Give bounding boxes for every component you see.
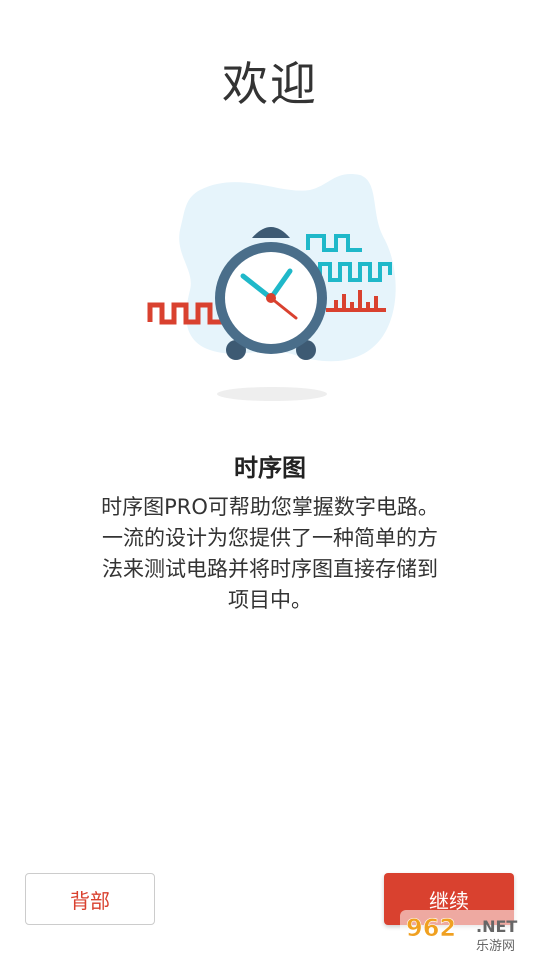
watermark-caption: 乐游网: [476, 939, 515, 954]
feature-heading: 时序图: [234, 454, 306, 482]
welcome-screen: 欢迎 时序图 时序图PRO可帮助您掌握数字电路。 一流的设计为您提供了一种简单的…: [0, 0, 540, 960]
back-button-label: 背部: [70, 888, 110, 913]
alarm-clock-icon: [147, 173, 396, 401]
description-line: 时序图PRO可帮助您掌握数字电路。: [101, 495, 439, 519]
site-watermark-logo: 962 .NET 乐游网: [398, 906, 536, 956]
description-line: 项目中。: [228, 588, 312, 612]
description-line: 一流的设计为您提供了一种简单的方: [102, 526, 438, 550]
back-button[interactable]: 背部: [25, 873, 155, 925]
watermark-suffix: .NET: [476, 917, 517, 936]
watermark-number: 962: [406, 914, 456, 942]
page-title: 欢迎: [222, 57, 318, 111]
feature-description: 时序图PRO可帮助您掌握数字电路。 一流的设计为您提供了一种简单的方 法来测试电…: [70, 492, 470, 616]
description-line: 法来测试电路并将时序图直接存储到: [102, 557, 438, 581]
timing-diagram-illustration: [130, 160, 410, 410]
